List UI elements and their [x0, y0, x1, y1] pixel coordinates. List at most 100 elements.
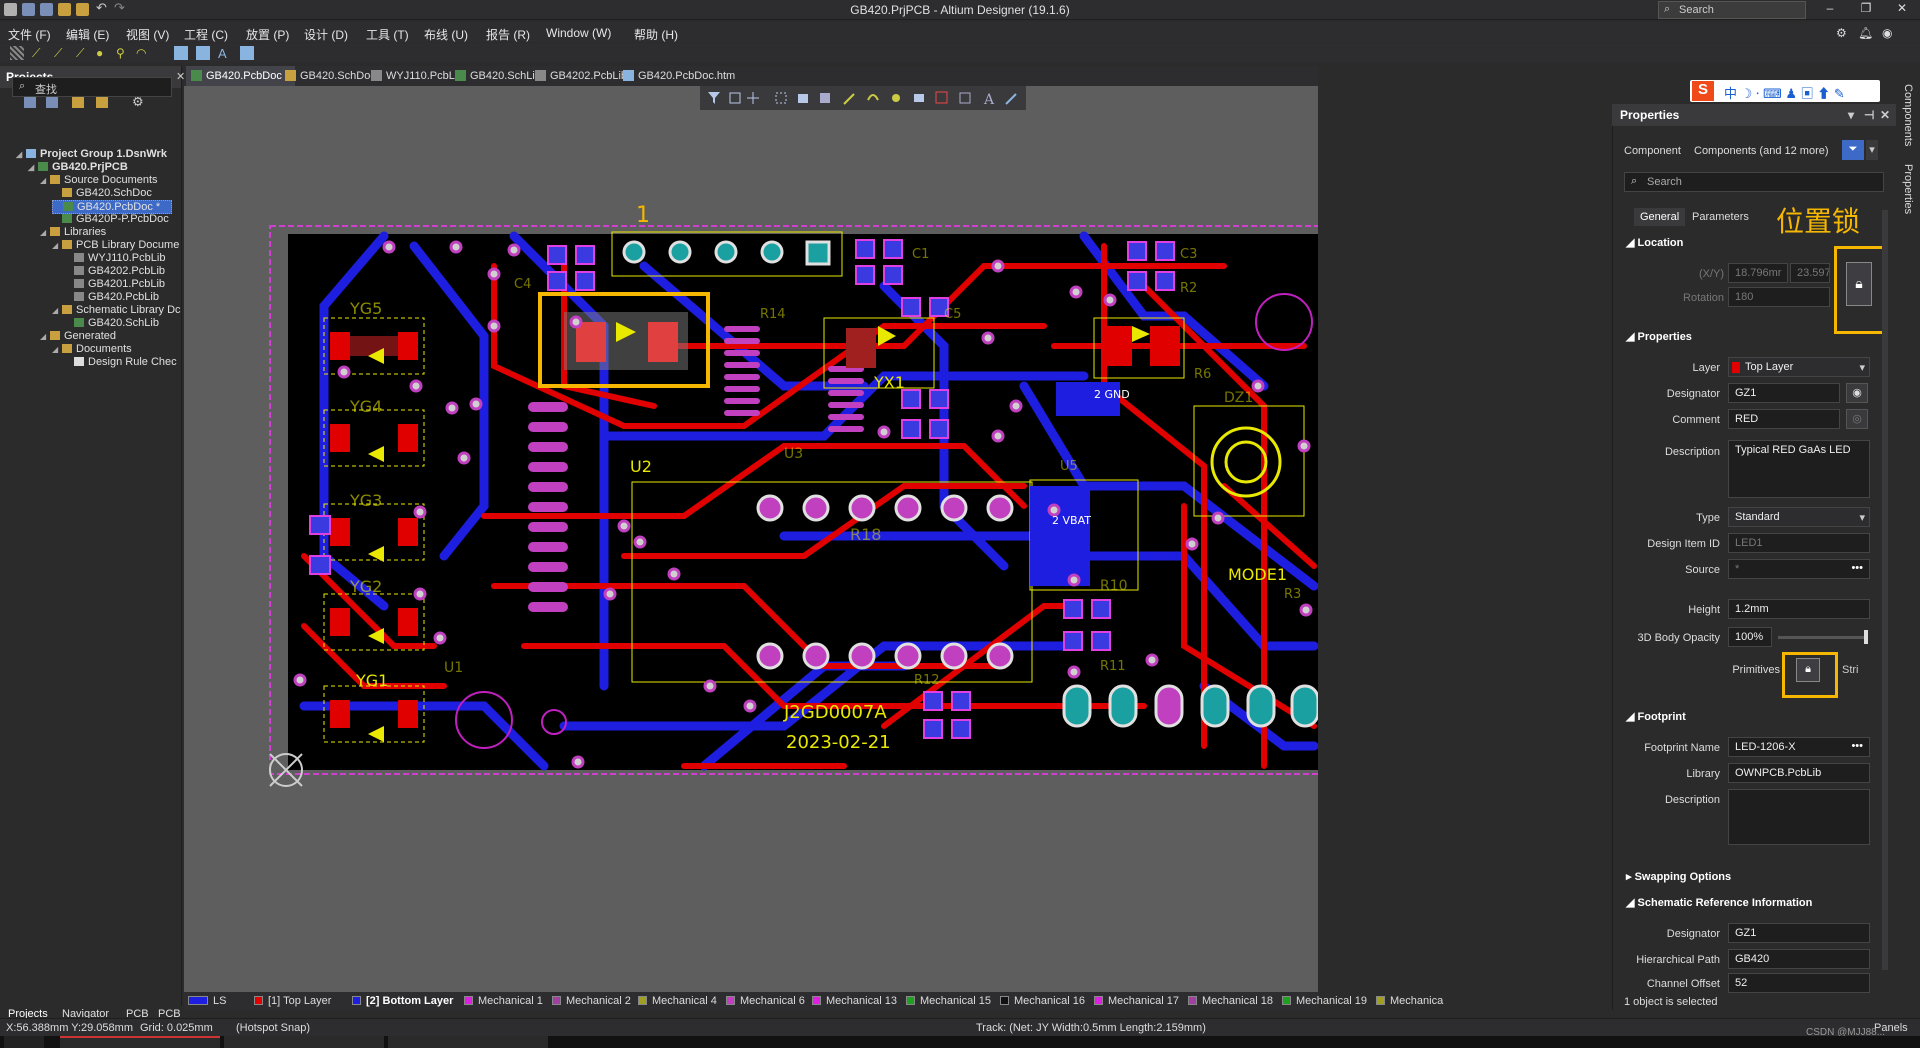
start-button[interactable]	[4, 1036, 44, 1048]
section-properties[interactable]: ◢ Properties	[1626, 330, 1692, 343]
sch-designator-field[interactable]: GZ1	[1728, 923, 1870, 943]
close-button[interactable]: ✕	[1890, 1, 1914, 19]
height-field[interactable]: 1.2mm	[1728, 599, 1870, 619]
restore-button[interactable]: ❐	[1854, 1, 1878, 19]
design-item-field[interactable]: LED1	[1728, 533, 1870, 553]
section-schematic-ref[interactable]: ◢ Schematic Reference Information	[1626, 896, 1812, 909]
visibility-eye-icon[interactable]: ◉	[1846, 383, 1868, 403]
lock-primitives-icon[interactable]: 🔒︎	[1796, 658, 1820, 682]
y-field[interactable]: 23.597n	[1790, 263, 1830, 283]
layer-tab[interactable]: Mechanical 2	[552, 995, 631, 1007]
layer-tab[interactable]: [1] Top Layer	[254, 995, 331, 1007]
panel-close-icon[interactable]: ✕	[1880, 108, 1890, 122]
expand-arrow-icon[interactable]: ◢	[52, 241, 62, 250]
expand-arrow-icon[interactable]: ◢	[52, 345, 62, 354]
opacity-field[interactable]: 100%	[1728, 627, 1772, 647]
tree-item[interactable]: GB420P-P.PcbDoc	[52, 213, 169, 227]
layer-tab[interactable]: Mechanical 15	[906, 995, 991, 1007]
notifications-icon[interactable]: 🔔︎	[1858, 26, 1873, 40]
minimize-button[interactable]: –	[1818, 1, 1842, 19]
text-icon[interactable]: A	[218, 46, 232, 61]
description-field[interactable]: Typical RED GaAs LED	[1728, 440, 1870, 498]
tree-item[interactable]: ◢ GB420.PrjPCB	[28, 161, 128, 175]
opacity-slider[interactable]	[1778, 636, 1866, 639]
tree-item[interactable]: ◢ Source Documents	[40, 174, 158, 188]
user-icon[interactable]: ◉	[1882, 26, 1892, 40]
global-search-input[interactable]: ⌕ Search	[1658, 1, 1806, 19]
tree-item[interactable]: ◢ Schematic Library Dc	[52, 304, 181, 318]
source-field[interactable]: * •••	[1728, 559, 1870, 579]
menu-view[interactable]: 视图 (V)	[126, 26, 169, 43]
layer-tab[interactable]: Mechanical 17	[1094, 995, 1179, 1007]
layer-tab[interactable]: Mechanica	[1376, 995, 1443, 1007]
tab-parameters[interactable]: Parameters	[1686, 208, 1755, 226]
expand-arrow-icon[interactable]: ◢	[40, 228, 50, 237]
interactive-route-icon[interactable]: ⟋	[54, 46, 68, 60]
arc-icon[interactable]: ◠	[136, 46, 150, 60]
layer-select[interactable]: Top Layer ▾	[1728, 357, 1870, 377]
tree-item[interactable]: GB420.PcbDoc *	[52, 200, 172, 214]
save-project-icon[interactable]	[24, 96, 36, 108]
footprint-name-field[interactable]: LED-1206-X •••	[1728, 737, 1870, 757]
side-tab-components[interactable]: Components	[1902, 84, 1914, 146]
expand-arrow-icon[interactable]: ◢	[28, 163, 38, 172]
fill-icon[interactable]	[174, 46, 188, 60]
component-icon[interactable]	[240, 46, 254, 60]
layer-tab[interactable]: Mechanical 6	[726, 995, 805, 1007]
opacity-slider-thumb[interactable]	[1864, 630, 1868, 644]
tab-gb420-pcbdoc[interactable]: GB420.PcbDoc *	[186, 66, 296, 86]
comment-field[interactable]: RED	[1728, 409, 1840, 429]
section-swapping[interactable]: ▸ Swapping Options	[1626, 870, 1731, 883]
menu-tools[interactable]: 工具 (T)	[366, 26, 409, 43]
tree-item[interactable]: ◢ PCB Library Docume	[52, 239, 179, 253]
route-icon[interactable]: ⟋	[32, 46, 46, 60]
expand-arrow-icon[interactable]: ◢	[16, 150, 26, 159]
library-field[interactable]: OWNPCB.PcbLib	[1728, 763, 1870, 783]
tree-item[interactable]: GB4201.PcbLib	[64, 278, 165, 292]
menu-design[interactable]: 设计 (D)	[304, 26, 348, 43]
panel-menu-icon[interactable]: ▾	[1848, 108, 1854, 122]
tree-item[interactable]: GB420.SchLib	[64, 317, 159, 331]
layer-tab[interactable]: Mechanical 13	[812, 995, 897, 1007]
menu-project[interactable]: 工程 (C)	[184, 26, 228, 43]
tree-item[interactable]: ◢ Generated	[40, 330, 116, 344]
tree-item[interactable]: WYJ110.PcbLib	[64, 252, 165, 266]
close-folder-icon[interactable]	[96, 96, 108, 108]
tree-item[interactable]: Design Rule Chec	[64, 356, 177, 370]
properties-scrollbar[interactable]	[1882, 210, 1888, 970]
polygon-icon[interactable]	[196, 46, 210, 60]
properties-search-input[interactable]: ⌕ Search	[1624, 172, 1884, 192]
footprint-description-field[interactable]	[1728, 789, 1870, 845]
layer-tab[interactable]: Mechanical 18	[1188, 995, 1273, 1007]
tree-item[interactable]: GB420.SchDoc	[52, 187, 152, 201]
layer-tab[interactable]: Mechanical 16	[1000, 995, 1085, 1007]
rotation-field[interactable]: 180	[1728, 287, 1830, 307]
diff-pair-icon[interactable]: ⟋	[76, 46, 90, 60]
layer-tab[interactable]: Mechanical 4	[638, 995, 717, 1007]
layer-tab[interactable]: LS	[188, 995, 226, 1007]
type-select[interactable]: Standard ▾	[1728, 507, 1870, 527]
more-icon[interactable]: •••	[1851, 740, 1863, 752]
filter-menu-icon[interactable]: ▾	[1866, 140, 1878, 160]
more-icon[interactable]: •••	[1851, 562, 1863, 574]
taskbar-app[interactable]	[60, 1036, 220, 1048]
layer-tab[interactable]: [2] Bottom Layer	[352, 995, 453, 1007]
via-icon[interactable]: ●	[96, 46, 110, 60]
taskbar-app[interactable]	[388, 1036, 548, 1048]
tab-gb420-htm[interactable]: GB420.PcbDoc.htm	[618, 66, 741, 86]
layer-tab[interactable]: Mechanical 19	[1282, 995, 1367, 1007]
pad-icon[interactable]: ⚲	[116, 46, 130, 60]
expand-arrow-icon[interactable]: ◢	[40, 332, 50, 341]
settings-icon[interactable]: ⚙	[1836, 26, 1847, 40]
expand-arrow-icon[interactable]: ◢	[52, 306, 62, 315]
menu-route[interactable]: 布线 (U)	[424, 26, 468, 43]
pcb-canvas[interactable]: A 1 YG5 YG4 YG3 YG2 YG1 U1 U2 U3 YX1 R18…	[184, 86, 1318, 992]
menu-file[interactable]: 文件 (F)	[8, 26, 51, 43]
designator-field[interactable]: GZ1	[1728, 383, 1840, 403]
tree-item[interactable]: ◢ Libraries	[40, 226, 106, 240]
visibility-eye-hidden-icon[interactable]: ◎	[1846, 409, 1868, 429]
tree-item[interactable]: ◢ Documents	[52, 343, 132, 357]
tab-general[interactable]: General	[1634, 208, 1686, 226]
project-search-input[interactable]: ⌕ 查找	[12, 77, 172, 97]
compile-icon[interactable]	[46, 96, 58, 108]
